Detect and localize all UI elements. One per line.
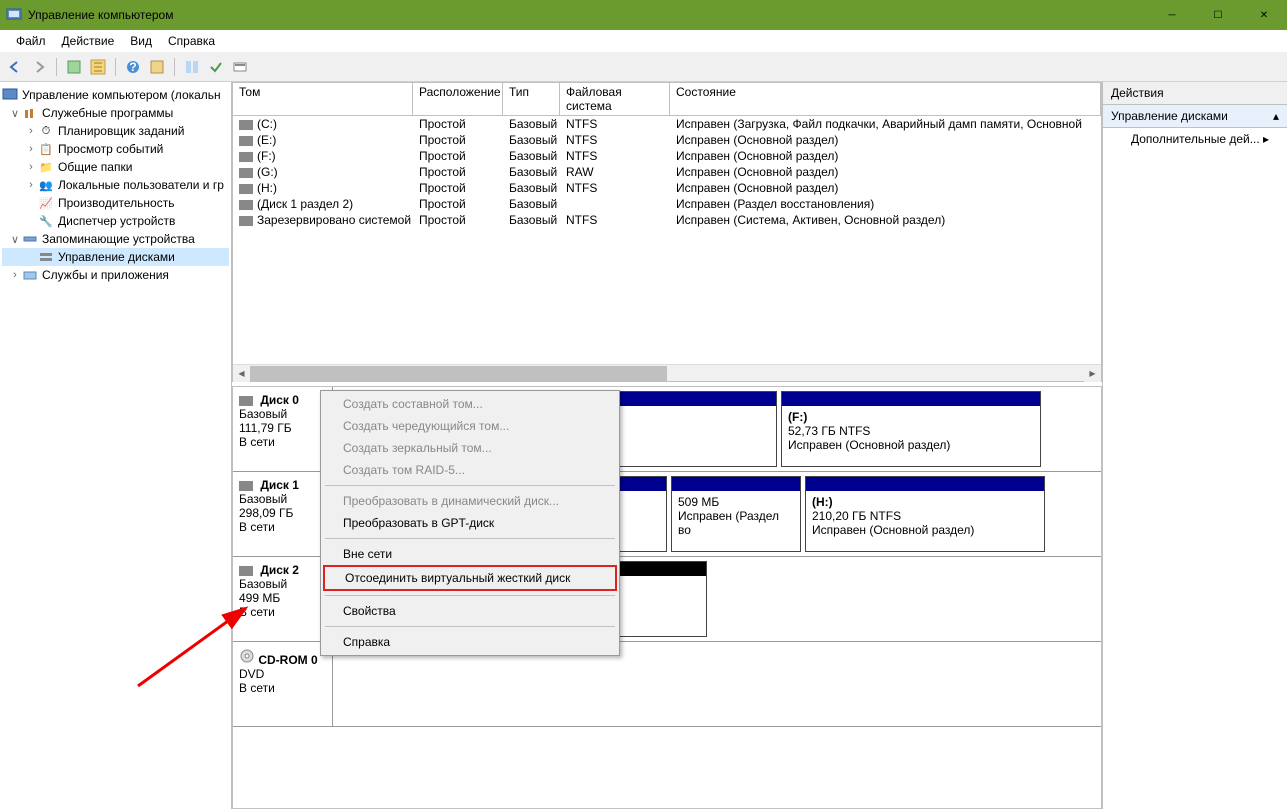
tree-item[interactable]: ›📋Просмотр событий <box>2 140 229 158</box>
context-menu-item: Создать том RAID-5... <box>323 459 617 481</box>
context-menu-item[interactable]: Отсоединить виртуальный жесткий диск <box>323 565 617 591</box>
expand-icon[interactable]: › <box>24 125 38 137</box>
toolbar-icon-3[interactable] <box>146 56 168 78</box>
context-menu-item[interactable]: Вне сети <box>323 543 617 565</box>
refresh-icon[interactable] <box>87 56 109 78</box>
expand-icon[interactable]: › <box>24 143 38 155</box>
disk-info[interactable]: Диск 1Базовый298,09 ГБВ сети <box>233 472 333 556</box>
tree-icon: 📈 <box>38 195 54 211</box>
scroll-thumb[interactable] <box>250 366 667 381</box>
back-button[interactable] <box>4 56 26 78</box>
volume-list-header: Том Расположение Тип Файловая система Со… <box>233 83 1101 116</box>
collapse-icon[interactable]: ▴ <box>1273 109 1279 123</box>
horizontal-scrollbar[interactable]: ◀ ▶ <box>233 364 1101 381</box>
context-menu-item[interactable]: Справка <box>323 631 617 653</box>
window-title: Управление компьютером <box>28 8 173 22</box>
volume-row[interactable]: (F:)ПростойБазовыйNTFSИсправен (Основной… <box>233 148 1101 164</box>
partition-box[interactable]: (F:)52,73 ГБ NTFSИсправен (Основной разд… <box>781 391 1041 467</box>
collapse-icon[interactable]: ∨ <box>8 107 22 120</box>
tree-item[interactable]: 📈Производительность <box>2 194 229 212</box>
actions-section[interactable]: Управление дисками ▴ <box>1103 105 1287 128</box>
help-icon[interactable]: ? <box>122 56 144 78</box>
context-menu-item[interactable]: Свойства <box>323 600 617 622</box>
actions-pane: Действия Управление дисками ▴ Дополнител… <box>1103 82 1287 809</box>
toolbar-icon-4[interactable] <box>181 56 203 78</box>
app-icon <box>6 7 22 23</box>
expand-icon[interactable]: › <box>8 269 22 281</box>
toolbar-icon-1[interactable] <box>63 56 85 78</box>
maximize-button[interactable]: ☐ <box>1195 0 1241 30</box>
menu-action[interactable]: Действие <box>54 32 123 50</box>
menu-view[interactable]: Вид <box>122 32 160 50</box>
context-menu: Создать составной том...Создать чередующ… <box>320 390 620 656</box>
tree-icon: ⏱ <box>38 123 54 139</box>
expand-icon[interactable]: › <box>24 161 38 173</box>
volume-row[interactable]: (G:)ПростойБазовыйRAWИсправен (Основной … <box>233 164 1101 180</box>
disk-icon <box>239 184 253 194</box>
context-menu-item: Создать составной том... <box>323 393 617 415</box>
col-status[interactable]: Состояние <box>670 83 1101 115</box>
tree-icon: 📁 <box>38 159 54 175</box>
toolbar-icon-6[interactable] <box>229 56 251 78</box>
context-menu-item: Создать чередующийся том... <box>323 415 617 437</box>
toolbar-icon-5[interactable] <box>205 56 227 78</box>
volume-row[interactable]: (H:)ПростойБазовыйNTFSИсправен (Основной… <box>233 180 1101 196</box>
disk-icon <box>239 168 253 178</box>
volume-row[interactable]: (E:)ПростойБазовыйNTFSИсправен (Основной… <box>233 132 1101 148</box>
tree-item[interactable]: ›⏱Планировщик заданий <box>2 122 229 140</box>
forward-button[interactable] <box>28 56 50 78</box>
tree-item[interactable]: ›👥Локальные пользователи и гр <box>2 176 229 194</box>
tree-system-tools[interactable]: ∨ Служебные программы <box>2 104 229 122</box>
tree-icon: 📋 <box>38 141 54 157</box>
scroll-right-icon[interactable]: ▶ <box>1084 365 1101 382</box>
disk-info[interactable]: Диск 0Базовый111,79 ГБВ сети <box>233 387 333 471</box>
actions-more[interactable]: Дополнительные дей... ▸ <box>1103 128 1287 150</box>
menu-help[interactable]: Справка <box>160 32 223 50</box>
tree-icon: 👥 <box>38 177 54 193</box>
titlebar: Управление компьютером ─ ☐ ✕ <box>0 0 1287 30</box>
menubar: Файл Действие Вид Справка <box>0 30 1287 52</box>
context-menu-item: Преобразовать в динамический диск... <box>323 490 617 512</box>
col-layout[interactable]: Расположение <box>413 83 503 115</box>
tree-item[interactable]: ›📁Общие папки <box>2 158 229 176</box>
context-menu-item[interactable]: Преобразовать в GPT-диск <box>323 512 617 534</box>
actions-header: Действия <box>1103 82 1287 105</box>
volume-row[interactable]: (Диск 1 раздел 2)ПростойБазовыйИсправен … <box>233 196 1101 212</box>
minimize-button[interactable]: ─ <box>1149 0 1195 30</box>
partition-box[interactable]: (H:)210,20 ГБ NTFSИсправен (Основной раз… <box>805 476 1045 552</box>
collapse-icon[interactable]: ∨ <box>8 233 22 246</box>
tree-disk-management[interactable]: Управление дисками <box>2 248 229 266</box>
partition-box[interactable]: 509 МБИсправен (Раздел во <box>671 476 801 552</box>
disk-icon <box>239 136 253 146</box>
disk-icon <box>239 200 253 210</box>
annotation-arrow <box>128 596 268 696</box>
scroll-left-icon[interactable]: ◀ <box>233 365 250 382</box>
svg-text:?: ? <box>129 60 136 74</box>
disk-icon <box>239 216 253 226</box>
chevron-right-icon: ▸ <box>1263 132 1269 146</box>
disk-icon <box>239 152 253 162</box>
volume-row[interactable]: (C:)ПростойБазовыйNTFSИсправен (Загрузка… <box>233 116 1101 132</box>
disk-icon <box>239 120 253 130</box>
col-volume[interactable]: Том <box>233 83 413 115</box>
volume-row[interactable]: Зарезервировано системойПростойБазовыйNT… <box>233 212 1101 228</box>
sidebar-tree: Управление компьютером (локальн ∨ Служеб… <box>0 82 232 809</box>
tree-storage[interactable]: ∨ Запоминающие устройства <box>2 230 229 248</box>
tree-services[interactable]: › Службы и приложения <box>2 266 229 284</box>
context-menu-item: Создать зеркальный том... <box>323 437 617 459</box>
toolbar: ? <box>0 52 1287 82</box>
close-button[interactable]: ✕ <box>1241 0 1287 30</box>
col-filesystem[interactable]: Файловая система <box>560 83 670 115</box>
menu-file[interactable]: Файл <box>8 32 54 50</box>
expand-icon[interactable]: › <box>24 179 38 191</box>
tree-root[interactable]: Управление компьютером (локальн <box>2 86 229 104</box>
tree-item[interactable]: 🔧Диспетчер устройств <box>2 212 229 230</box>
col-type[interactable]: Тип <box>503 83 560 115</box>
tree-icon: 🔧 <box>38 213 54 229</box>
